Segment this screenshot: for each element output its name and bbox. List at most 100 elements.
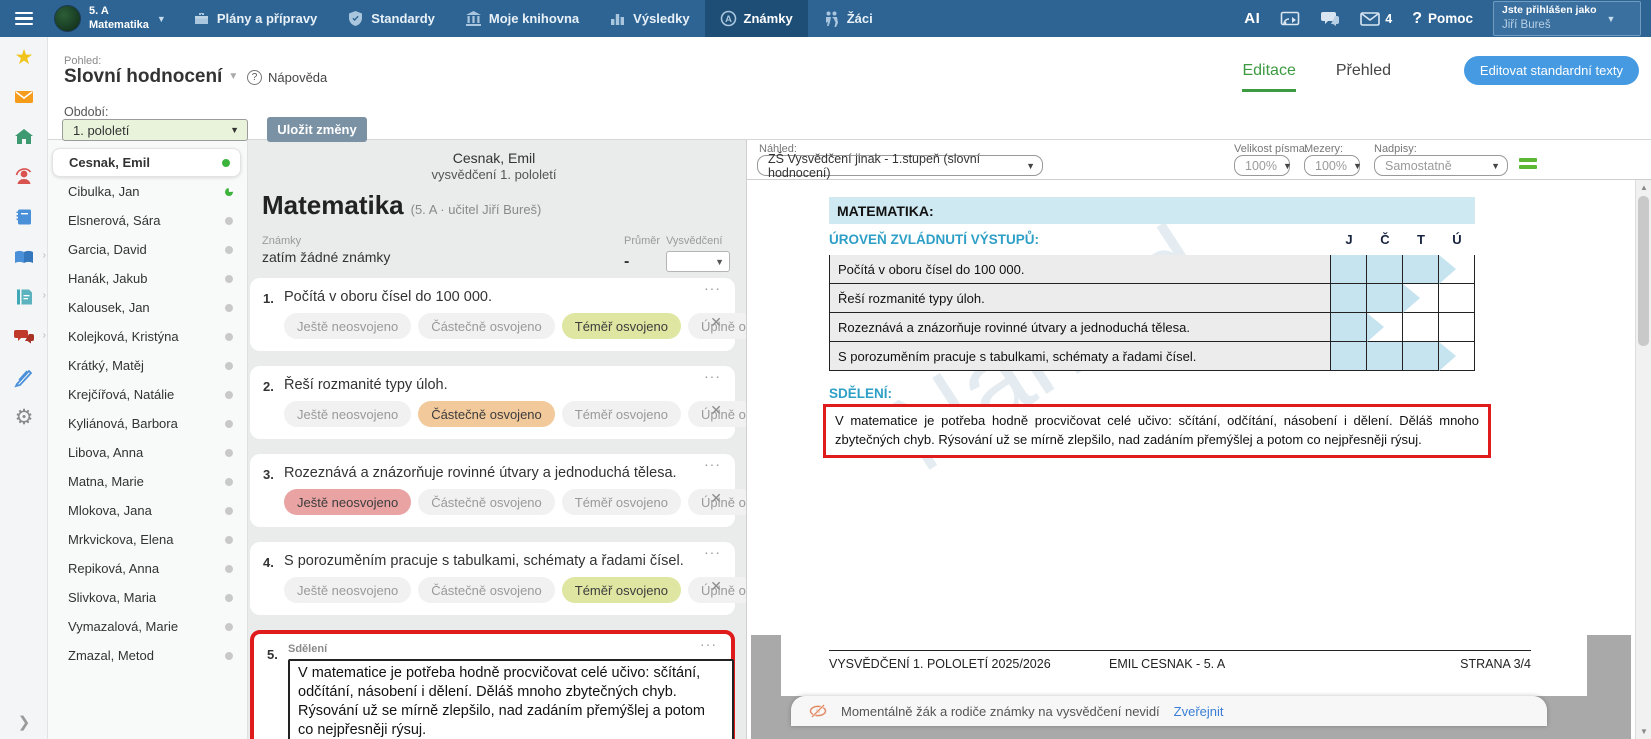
cast-icon[interactable] xyxy=(1280,9,1300,29)
nav-item[interactable]: A Plány a přípravy xyxy=(178,0,332,37)
scroll-down-arrow[interactable]: ▼ xyxy=(1636,727,1651,736)
rating-pill[interactable]: Ještě neosvojeno xyxy=(284,313,411,339)
item-menu-dots[interactable]: ··· xyxy=(700,636,717,652)
item-menu-dots[interactable]: ··· xyxy=(704,280,721,296)
rating-pill[interactable]: Částečně osvojeno xyxy=(418,313,555,339)
rating-pill[interactable]: Téměř osvojeno xyxy=(562,489,681,515)
favorites-star-icon[interactable]: ★ xyxy=(0,37,48,77)
publish-link[interactable]: Zveřejnit xyxy=(1174,704,1224,719)
student-list-item[interactable]: Elsnerová, Sára xyxy=(48,206,247,235)
item-menu-dots[interactable]: ··· xyxy=(704,456,721,472)
report-grade-select[interactable]: ▼ xyxy=(666,251,730,272)
hamburger-menu-icon[interactable] xyxy=(0,0,48,37)
student-list-item[interactable]: Krejčířová, Natálie xyxy=(48,380,247,409)
message-textarea[interactable]: V matematice je potřeba hodně procvičova… xyxy=(288,659,734,739)
ai-button[interactable]: AI xyxy=(1244,10,1260,27)
save-changes-button[interactable]: Uložit změny xyxy=(267,117,367,142)
status-circle-icon xyxy=(225,594,233,602)
rating-pill[interactable]: Téměř osvojeno xyxy=(562,401,681,427)
edit-standard-texts-button[interactable]: Editovat standardní texty xyxy=(1464,56,1639,85)
journal-icon[interactable]: › xyxy=(0,277,48,317)
template-select[interactable]: ZŠ Vysvědčení jinak - 1.stupeň (slovní h… xyxy=(757,155,1043,176)
outcomes-table: Počítá v oboru čísel do 100 000. Řeší ro… xyxy=(829,255,1475,371)
font-size-select[interactable]: 100% ▼ xyxy=(1234,155,1290,176)
visibility-notice-bar: Momentálně žák a rodiče známky na vysvěd… xyxy=(791,696,1547,726)
help-link[interactable]: ? Nápověda xyxy=(247,70,327,85)
home-icon[interactable] xyxy=(0,117,48,157)
outcome-text: Rozeznává a znázorňuje rovinné útvary a … xyxy=(829,313,1331,341)
student-list-item[interactable]: Slivkova, Maria xyxy=(48,583,247,612)
messages-envelope-icon[interactable] xyxy=(0,77,48,117)
student-list-item[interactable]: Vymazalová, Marie xyxy=(48,612,247,641)
person-icon[interactable] xyxy=(0,157,48,197)
student-list-item[interactable]: Garcia, David xyxy=(48,235,247,264)
font-size-label: Velikost písma: xyxy=(1234,143,1308,155)
pen-icon[interactable] xyxy=(0,357,48,397)
help-button[interactable]: ? Pomoc xyxy=(1412,10,1473,28)
clear-rating-icon[interactable]: ✕ xyxy=(710,490,722,507)
nav-item[interactable]: A Žáci xyxy=(808,0,888,37)
clear-rating-icon[interactable]: ✕ xyxy=(710,314,722,331)
gear-icon[interactable]: ⚙ xyxy=(0,397,48,437)
clear-rating-icon[interactable]: ✕ xyxy=(710,402,722,419)
student-list-item[interactable]: Cesnak, Emil xyxy=(52,148,241,177)
class-subject-selector[interactable]: 5. A Matematika ▼ xyxy=(48,0,178,37)
status-circle-icon xyxy=(225,536,233,544)
rating-pill[interactable]: Téměř osvojeno xyxy=(562,313,681,339)
left-icon-rail: ★ › › › ⚙ ❯ xyxy=(0,37,48,739)
student-list-item[interactable]: Hanák, Jakub xyxy=(48,264,247,293)
mail-indicator[interactable]: 4 xyxy=(1360,9,1392,29)
layout-toggle-icon[interactable] xyxy=(1519,154,1537,172)
student-name: Elsnerová, Sára xyxy=(68,213,161,228)
headings-select[interactable]: Samostatně ▼ xyxy=(1374,155,1508,176)
nav-item[interactable]: A Výsledky xyxy=(594,0,704,37)
rating-pill[interactable]: Ještě neosvojeno xyxy=(284,489,411,515)
assessment-editor-panel: Cesnak, Emil vysvědčení 1. pololetí Mate… xyxy=(248,140,746,739)
student-list-item[interactable]: Kolejková, Kristýna xyxy=(48,322,247,351)
preview-scrollbar[interactable]: ▲ ▼ xyxy=(1635,180,1651,739)
view-title-dropdown[interactable]: Slovní hodnocení▼ xyxy=(64,66,238,88)
nav-item[interactable]: A Známky xyxy=(705,0,808,37)
period-select[interactable]: 1. pololetí ▼ xyxy=(62,119,248,141)
student-list-item[interactable]: Matna, Marie xyxy=(48,467,247,496)
status-circle-icon xyxy=(225,391,233,399)
rating-pill[interactable]: Ještě neosvojeno xyxy=(284,401,411,427)
chat-icon[interactable] xyxy=(1320,9,1340,29)
clear-rating-icon[interactable]: ✕ xyxy=(710,578,722,595)
student-list-item[interactable]: Mlokova, Jana xyxy=(48,496,247,525)
notebook-icon[interactable] xyxy=(0,197,48,237)
user-menu[interactable]: Jste přihlášen jako Jiří Bureš ▼ xyxy=(1493,1,1641,36)
rating-pill[interactable]: Částečně osvojeno xyxy=(418,401,555,427)
rating-pill[interactable]: Ještě neosvojeno xyxy=(284,577,411,603)
student-list-item[interactable]: Krátký, Matěj xyxy=(48,351,247,380)
rating-pill[interactable]: Téměř osvojeno xyxy=(562,577,681,603)
editor-student-name: Cesnak, Emil xyxy=(248,150,740,166)
item-menu-dots[interactable]: ··· xyxy=(704,544,721,560)
student-list-item[interactable]: Repiková, Anna xyxy=(48,554,247,583)
average-summary: Průměr - xyxy=(624,235,660,271)
mode-tab[interactable]: Přehled xyxy=(1336,62,1391,92)
rating-pill[interactable]: Částečně osvojeno xyxy=(418,489,555,515)
mode-tab[interactable]: Editace xyxy=(1242,62,1295,92)
nav-item[interactable]: A Moje knihovna xyxy=(450,0,594,37)
student-list-item[interactable]: Kyliánová, Barbora xyxy=(48,409,247,438)
student-list-item[interactable]: Cibulka, Jan xyxy=(48,177,247,206)
student-list-item[interactable]: Mrkvickova, Elena xyxy=(48,525,247,554)
student-list-item[interactable]: Libova, Anna xyxy=(48,438,247,467)
scroll-up-arrow[interactable]: ▲ xyxy=(1636,183,1651,192)
student-name: Cibulka, Jan xyxy=(68,184,140,199)
spacing-label: Mezery: xyxy=(1304,143,1343,155)
report-footer: VYSVĚDČENÍ 1. POLOLETÍ 2025/2026 EMIL CE… xyxy=(829,650,1531,671)
spacing-select[interactable]: 100% ▼ xyxy=(1304,155,1360,176)
level-column-letter: Č xyxy=(1367,232,1403,247)
nav-item[interactable]: A Standardy xyxy=(332,0,450,37)
report-message-box: V matematice je potřeba hodně procvičova… xyxy=(823,404,1491,458)
student-list-item[interactable]: Kalousek, Jan xyxy=(48,293,247,322)
expand-rail-chevron[interactable]: ❯ xyxy=(0,713,48,731)
library-book-icon[interactable]: › xyxy=(0,237,48,277)
rating-pill[interactable]: Částečně osvojeno xyxy=(418,577,555,603)
item-menu-dots[interactable]: ··· xyxy=(704,368,721,384)
scrollbar-thumb[interactable] xyxy=(1638,196,1649,346)
discussion-icon[interactable]: › xyxy=(0,317,48,357)
student-list-item[interactable]: Zmazal, Metod xyxy=(48,641,247,670)
